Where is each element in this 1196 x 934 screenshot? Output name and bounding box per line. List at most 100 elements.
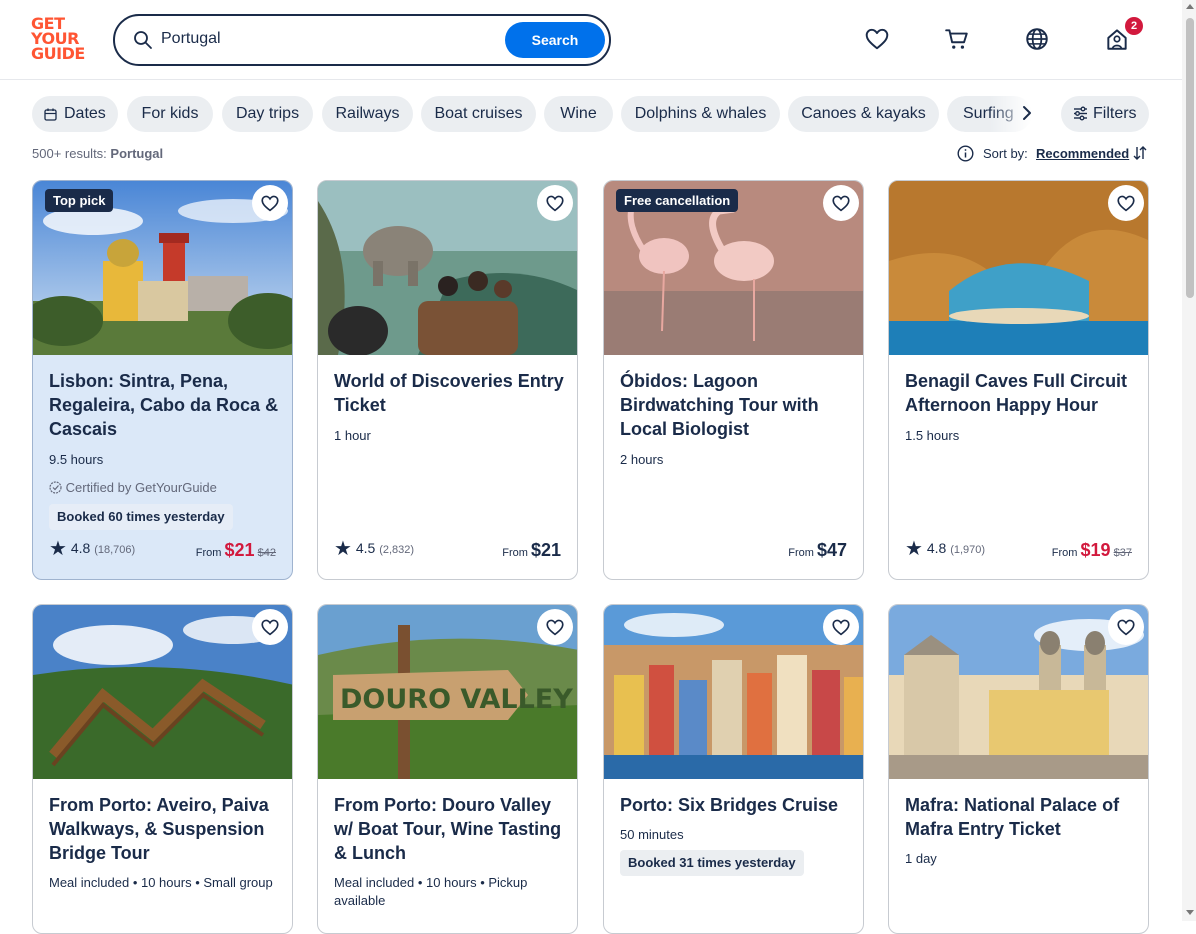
add-to-wishlist-button[interactable] [537, 185, 573, 221]
sort-control[interactable]: Sort by: Recommended [957, 144, 1149, 164]
sort-arrows-icon[interactable] [1132, 145, 1148, 161]
card-title[interactable]: From Porto: Douro Valley w/ Boat Tour, W… [334, 793, 564, 865]
price: From $47 [788, 540, 847, 561]
card-duration: Meal included • 10 hours • Pickup availa… [334, 875, 528, 908]
scroll-up-arrow[interactable] [1186, 4, 1194, 9]
sign-text: DOURO VALLEY [340, 684, 573, 715]
filters-label: Filters [1093, 105, 1137, 122]
price-from-label: From [788, 547, 814, 559]
review-count: (18,706) [94, 544, 136, 556]
add-to-wishlist-button[interactable] [252, 609, 288, 645]
scroll-down-arrow[interactable] [1186, 910, 1194, 915]
card-title[interactable]: Óbidos: Lagoon Birdwatching Tour with Lo… [620, 369, 850, 441]
sliders-icon [1074, 106, 1087, 121]
add-to-wishlist-button[interactable] [1108, 609, 1144, 645]
calendar-icon [44, 108, 57, 121]
heart-icon [261, 619, 279, 636]
price: From $21 [502, 540, 561, 561]
activity-card[interactable]: Porto: Six Bridges Cruise 50 minutes Boo… [603, 604, 864, 934]
price-from-label: From [1051, 547, 1078, 559]
chip-canoes-kayaks[interactable]: Canoes & kayaks [788, 96, 939, 132]
original-price: $42 [257, 547, 276, 559]
sort-label: Sort by: [983, 146, 1028, 161]
add-to-wishlist-button[interactable] [537, 609, 573, 645]
price-amount: $21 [530, 540, 561, 560]
info-icon[interactable] [957, 145, 974, 162]
chevron-right-icon[interactable] [1016, 102, 1038, 124]
card-title[interactable]: Mafra: National Palace of Mafra Entry Ti… [905, 793, 1135, 841]
rating-value: 4.5 [355, 540, 376, 556]
add-to-wishlist-button[interactable] [1108, 185, 1144, 221]
cart-icon[interactable] [944, 26, 970, 52]
rating: ★ 4.8 (1,970) [905, 536, 985, 561]
globe-language-icon[interactable] [1024, 26, 1050, 52]
chip-day-trips[interactable]: Day trips [222, 96, 313, 132]
activity-card[interactable]: DOURO VALLEY From Porto: Douro Valley w/… [317, 604, 578, 934]
results-count-text: 500+ results: [32, 146, 107, 161]
card-duration: 1 hour [334, 428, 371, 443]
chip-railways[interactable]: Railways [322, 96, 413, 132]
activity-card[interactable]: Benagil Caves Full Circuit Afternoon Hap… [888, 180, 1149, 580]
activity-card[interactable]: Free cancellation Óbidos: Lagoon Birdwat… [603, 180, 864, 580]
results-count: 500+ results: Portugal [32, 146, 163, 161]
chip-for-kids[interactable]: For kids [127, 96, 213, 132]
activity-card[interactable]: Mafra: National Palace of Mafra Entry Ti… [888, 604, 1149, 934]
chip-boat-cruises[interactable]: Boat cruises [421, 96, 536, 132]
results-query: Portugal [110, 146, 164, 161]
search-icon [134, 31, 152, 49]
card-title[interactable]: Benagil Caves Full Circuit Afternoon Hap… [905, 369, 1135, 417]
card-title[interactable]: From Porto: Aveiro, Paiva Walkways, & Su… [49, 793, 279, 865]
booked-count-badge: Booked 31 times yesterday [620, 850, 804, 876]
search-input[interactable]: Portugal [161, 30, 221, 48]
search-button[interactable]: Search [505, 22, 605, 58]
certified-check-icon [49, 481, 62, 494]
original-price: $37 [1113, 547, 1132, 559]
star-icon: ★ [334, 538, 352, 560]
card-duration: Meal included • 10 hours • Small group [49, 875, 273, 890]
heart-icon [261, 195, 279, 212]
review-count: (1,970) [950, 544, 986, 556]
rating-value: 4.8 [70, 540, 91, 556]
add-to-wishlist-button[interactable] [823, 185, 859, 221]
card-duration: 2 hours [620, 452, 664, 467]
sort-value[interactable]: Recommended [1036, 146, 1129, 161]
price: From $19 $37 [1052, 540, 1132, 561]
card-title[interactable]: World of Discoveries Entry Ticket [334, 369, 564, 417]
chip-dates[interactable]: Dates [32, 96, 118, 132]
activity-card[interactable]: World of Discoveries Entry Ticket 1 hour… [317, 180, 578, 580]
card-title[interactable]: Lisbon: Sintra, Pena, Regaleira, Cabo da… [49, 369, 279, 441]
add-to-wishlist-button[interactable] [252, 185, 288, 221]
wishlist-heart-icon[interactable] [864, 26, 890, 52]
card-duration: 9.5 hours [49, 452, 104, 467]
price-from-label: From [502, 547, 528, 559]
search-bar[interactable]: Portugal Search [113, 14, 611, 66]
star-icon: ★ [905, 538, 923, 560]
price-amount: $19 [1080, 540, 1111, 560]
chip-label: Dates [64, 105, 106, 122]
card-duration: 1 day [905, 851, 937, 866]
review-count: (2,832) [379, 544, 415, 556]
getyourguide-logo[interactable]: GET YOUR GUIDE [31, 16, 91, 64]
chip-dolphins-whales[interactable]: Dolphins & whales [621, 96, 780, 132]
scrollbar-thumb[interactable] [1186, 18, 1194, 298]
heart-icon [832, 195, 850, 212]
add-to-wishlist-button[interactable] [823, 609, 859, 645]
activity-card[interactable]: From Porto: Aveiro, Paiva Walkways, & Su… [32, 604, 293, 934]
card-duration: 1.5 hours [905, 428, 960, 443]
category-chips: Dates For kids Day trips Railways Boat c… [32, 96, 1032, 132]
card-title[interactable]: Porto: Six Bridges Cruise [620, 793, 850, 817]
chip-wine[interactable]: Wine [544, 96, 613, 132]
card-duration: 50 minutes [620, 827, 684, 842]
price-amount: $21 [224, 540, 255, 560]
booked-count-badge: Booked 60 times yesterday [49, 504, 233, 530]
rating: ★ 4.8 (18,706) [49, 536, 135, 561]
top-pick-tag: Top pick [45, 189, 114, 212]
heart-icon [546, 619, 564, 636]
heart-icon [832, 619, 850, 636]
activity-card[interactable]: Top pick Lisbon: Sintra, Pena, Regaleira… [32, 180, 293, 580]
filters-button[interactable]: Filters [1061, 96, 1149, 132]
rating-value: 4.8 [926, 540, 947, 556]
certified-text: Certified by GetYourGuide [65, 480, 217, 495]
price: From $21 $42 [196, 540, 276, 561]
cart-count-badge: 2 [1125, 17, 1143, 35]
